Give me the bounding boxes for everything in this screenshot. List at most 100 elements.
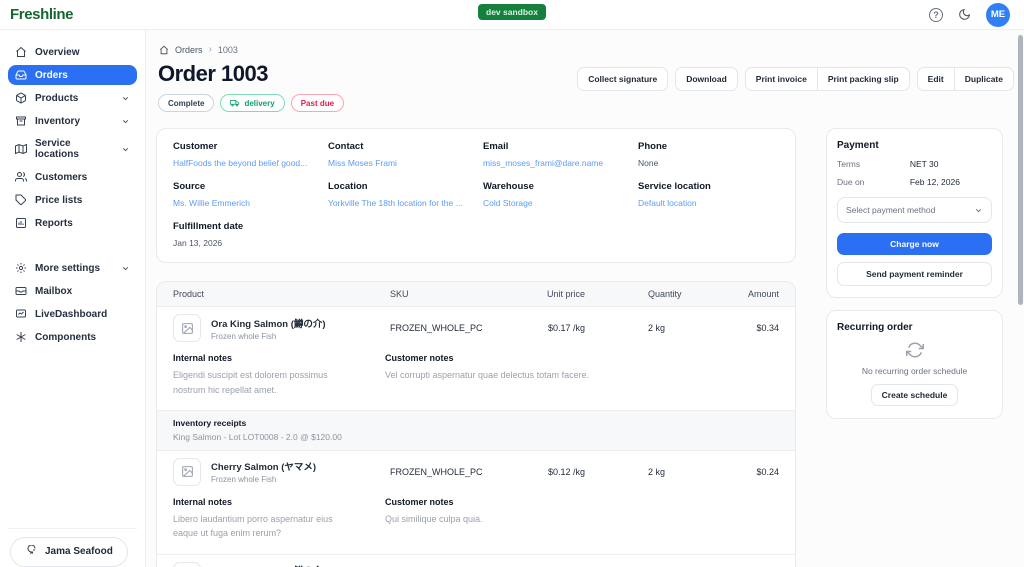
field-fulfillment-date: Fulfillment date Jan 13, 2026 bbox=[173, 221, 314, 248]
status-badge-complete: Complete bbox=[158, 94, 215, 113]
sidebar-item-label: Components bbox=[35, 331, 97, 343]
warehouse-link[interactable]: Cold Storage bbox=[483, 198, 624, 208]
sidebar-item-products[interactable]: Products bbox=[8, 88, 137, 108]
product-image-icon bbox=[173, 457, 201, 486]
chevron-down-icon bbox=[121, 117, 130, 126]
help-icon[interactable]: ? bbox=[929, 7, 943, 22]
create-schedule-button[interactable]: Create schedule bbox=[870, 384, 959, 407]
sidebar-item-reports[interactable]: Reports bbox=[8, 213, 137, 233]
recurring-order-title: Recurring order bbox=[837, 322, 913, 334]
sidebar-item-service-locations[interactable]: Service locations bbox=[8, 134, 137, 164]
recurring-order-card: Recurring order No recurring order sched… bbox=[826, 310, 1003, 420]
status-badges: Complete delivery Past due bbox=[158, 94, 345, 113]
sidebar-item-price-lists[interactable]: Price lists bbox=[8, 190, 137, 210]
sidebar-item-label: Service locations bbox=[35, 138, 79, 160]
source-link[interactable]: Ms. Willie Emmerich bbox=[173, 198, 314, 208]
inventory-receipts: Inventory receipts King Salmon - Lot LOT… bbox=[157, 409, 795, 451]
sidebar-item-overview[interactable]: Overview bbox=[8, 42, 137, 62]
order-items-table: Product SKU Unit price Quantity Amount O… bbox=[156, 281, 796, 567]
scrollbar[interactable] bbox=[1018, 35, 1023, 305]
send-payment-reminder-button[interactable]: Send payment reminder bbox=[837, 262, 992, 287]
unit-price-value: $0.17 /kg bbox=[547, 323, 585, 334]
product-name: Cherry Salmon (ヤマメ) bbox=[211, 462, 317, 474]
sidebar-item-label: Orders bbox=[35, 69, 68, 81]
sidebar-item-more-settings[interactable]: More settings bbox=[8, 258, 137, 278]
tag-icon bbox=[15, 194, 27, 206]
due-on-value: Feb 12, 2026 bbox=[909, 177, 960, 188]
package-icon bbox=[15, 92, 27, 104]
field-customer: Customer HalfFoods the beyond belief good… bbox=[173, 141, 314, 168]
sidebar: Overview Orders Products Inventory Servi… bbox=[0, 30, 146, 567]
email-link[interactable]: miss_moses_frami@dare.name bbox=[483, 158, 624, 168]
field-source: Source Ms. Willie Emmerich bbox=[173, 181, 314, 208]
row-notes: Internal notes Libero laudantium porro a… bbox=[157, 493, 795, 554]
customer-notes-text: Vel corrupti aspernatur quae delectus to… bbox=[385, 370, 590, 381]
service-location-link[interactable]: Default location bbox=[638, 198, 779, 208]
payment-method-select[interactable]: Select payment method bbox=[837, 197, 992, 224]
chevron-down-icon bbox=[121, 94, 130, 103]
download-button[interactable]: Download bbox=[675, 67, 738, 91]
terms-label: Terms bbox=[837, 159, 861, 170]
duplicate-button[interactable]: Duplicate bbox=[953, 67, 1014, 91]
contact-link[interactable]: Miss Moses Frami bbox=[328, 158, 469, 168]
sidebar-item-inventory[interactable]: Inventory bbox=[8, 111, 137, 131]
home-icon bbox=[15, 46, 27, 58]
payment-card: Payment Terms NET 30 Due on Feb 12, 2026… bbox=[826, 128, 1003, 299]
dashboard-icon bbox=[15, 308, 27, 320]
components-icon bbox=[15, 331, 27, 343]
collect-signature-button[interactable]: Collect signature bbox=[577, 67, 669, 91]
sidebar-item-label: Mailbox bbox=[35, 285, 73, 297]
product-name: Ora King Salmon (鱒の介) bbox=[211, 563, 326, 567]
print-packing-slip-button[interactable]: Print packing slip bbox=[816, 67, 910, 91]
internal-notes-text: Eligendi suscipit est dolorem possimus n… bbox=[173, 370, 328, 395]
table-row: Ora King Salmon (鱒の介) Frozen fillet FROZ… bbox=[157, 553, 795, 567]
map-icon bbox=[15, 143, 27, 155]
truck-icon bbox=[230, 98, 240, 108]
breadcrumb-orders[interactable]: Orders bbox=[175, 45, 203, 55]
edit-button[interactable]: Edit bbox=[916, 67, 955, 91]
unit-price-value: $0.12 /kg bbox=[547, 466, 585, 477]
sidebar-item-mailbox[interactable]: Mailbox bbox=[8, 281, 137, 301]
quantity-value: 2 kg bbox=[648, 466, 666, 477]
avatar[interactable]: ME bbox=[986, 2, 1010, 27]
org-switcher-button[interactable]: Jama Seafood bbox=[10, 537, 128, 567]
inventory-receipt-line: King Salmon - Lot LOT0008 - 2.0 @ $120.0… bbox=[173, 431, 342, 442]
charge-now-button[interactable]: Charge now bbox=[837, 233, 992, 256]
sidebar-item-label: LiveDashboard bbox=[35, 308, 108, 320]
field-warehouse: Warehouse Cold Storage bbox=[483, 181, 624, 208]
sidebar-item-components[interactable]: Components bbox=[8, 327, 137, 347]
archive-icon bbox=[15, 115, 27, 127]
sidebar-item-livedashboard[interactable]: LiveDashboard bbox=[8, 304, 137, 324]
customer-notes-text: Qui similique culpa quia. bbox=[385, 513, 483, 524]
sidebar-item-label: More settings bbox=[35, 262, 101, 274]
internal-notes-text: Libero laudantium porro aspernatur eius … bbox=[173, 513, 333, 539]
terms-value: NET 30 bbox=[909, 159, 939, 170]
customer-link[interactable]: HalfFoods the beyond belief good... bbox=[173, 158, 314, 168]
recurring-empty-text: No recurring order schedule bbox=[861, 366, 968, 377]
sidebar-item-orders[interactable]: Orders bbox=[8, 65, 137, 85]
chevron-down-icon bbox=[121, 264, 130, 273]
breadcrumb-home-icon[interactable] bbox=[159, 45, 169, 55]
payment-title: Payment bbox=[837, 140, 879, 152]
topbar: Freshline dev sandbox ? ME bbox=[0, 0, 1024, 30]
sidebar-item-customers[interactable]: Customers bbox=[8, 167, 137, 187]
mailbox-icon bbox=[15, 285, 27, 297]
location-link[interactable]: Yorkville The 18th location for the ... bbox=[328, 198, 469, 208]
field-service-location: Service location Default location bbox=[638, 181, 779, 208]
print-invoice-button[interactable]: Print invoice bbox=[744, 67, 818, 91]
sku-value: FROZEN_WHOLE_PC bbox=[390, 466, 483, 477]
app-logo[interactable]: Freshline bbox=[0, 6, 146, 23]
chevron-down-icon bbox=[974, 206, 983, 215]
due-on-label: Due on bbox=[837, 177, 865, 188]
shrimp-icon bbox=[25, 545, 37, 557]
product-image-icon bbox=[173, 561, 201, 567]
inbox-icon bbox=[15, 69, 27, 81]
breadcrumb-separator: › bbox=[208, 44, 212, 55]
phone-value: None bbox=[638, 158, 659, 169]
sidebar-item-label: Inventory bbox=[35, 115, 81, 127]
dark-mode-icon[interactable] bbox=[958, 8, 971, 21]
refresh-icon bbox=[905, 341, 924, 359]
sidebar-item-label: Overview bbox=[35, 46, 80, 58]
gear-icon bbox=[15, 262, 27, 274]
field-email: Email miss_moses_frami@dare.name bbox=[483, 141, 624, 168]
